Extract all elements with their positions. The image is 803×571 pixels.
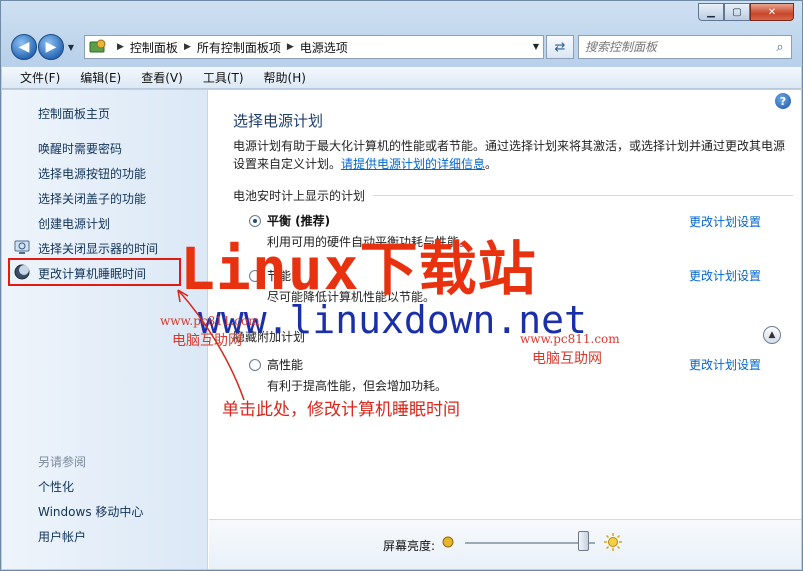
site-right-name: 电脑互助网 bbox=[532, 351, 602, 367]
close-icon[interactable]: ✕ bbox=[750, 3, 794, 21]
brightness-slider-track[interactable] bbox=[465, 542, 595, 544]
recent-pages-dropdown[interactable]: ▼ bbox=[64, 43, 78, 52]
site-left-url: www.pc811.com bbox=[160, 314, 260, 328]
help-icon[interactable]: ? bbox=[775, 93, 791, 109]
chevron-right-icon[interactable]: ▶ bbox=[184, 42, 191, 52]
plan-high-performance-change-link[interactable]: 更改计划设置 bbox=[689, 356, 761, 373]
back-arrow-icon: ◀ bbox=[18, 39, 30, 55]
chevron-up-icon: ▲ bbox=[768, 330, 776, 340]
plan-power-saver-change-link[interactable]: 更改计划设置 bbox=[689, 267, 761, 284]
intro-end: 。 bbox=[485, 157, 498, 171]
breadcrumb-control-panel[interactable]: 控制面板 bbox=[130, 39, 178, 56]
control-panel-icon bbox=[89, 39, 106, 53]
collapse-hidden-plans-button[interactable]: ▲ bbox=[763, 326, 781, 344]
menu-tools[interactable]: 工具(T) bbox=[193, 69, 254, 86]
menu-help[interactable]: 帮助(H) bbox=[254, 69, 316, 86]
forward-button[interactable]: ▶ bbox=[38, 34, 64, 60]
minimize-icon[interactable]: ▁ bbox=[698, 3, 724, 21]
address-bar[interactable]: ▶ 控制面板 ▶ 所有控制面板项 ▶ 电源选项 ▼ bbox=[84, 35, 544, 59]
chevron-right-icon[interactable]: ▶ bbox=[117, 42, 124, 52]
page-title: 选择电源计划 bbox=[233, 112, 324, 130]
sidebar-item-lid-close[interactable]: 选择关闭盖子的功能 bbox=[38, 190, 146, 207]
sidebar-item-power-button[interactable]: 选择电源按钮的功能 bbox=[38, 165, 146, 182]
sidebar-item-wake-password[interactable]: 唤醒时需要密码 bbox=[38, 140, 122, 157]
battery-plans-group: 电池安时计上显示的计划 bbox=[233, 187, 793, 204]
sidebar-item-user-accounts[interactable]: 用户帐户 bbox=[38, 528, 86, 545]
sidebar-item-personalize[interactable]: 个性化 bbox=[38, 478, 74, 495]
back-button[interactable]: ◀ bbox=[11, 34, 37, 60]
brightness-slider-thumb[interactable] bbox=[578, 531, 590, 551]
chevron-down-icon[interactable]: ▼ bbox=[533, 42, 539, 51]
refresh-icon: ⇄ bbox=[554, 39, 566, 55]
plan-high-performance-desc: 有利于提高性能，但会增加功耗。 bbox=[267, 379, 448, 393]
brightness-high-icon bbox=[604, 533, 622, 551]
site-right-url: www.pc811.com bbox=[520, 332, 620, 346]
watermark-title: Linux下载站 bbox=[180, 235, 537, 303]
search-input[interactable] bbox=[585, 40, 769, 54]
plan-high-performance-name[interactable]: 高性能 bbox=[267, 356, 303, 373]
caption-buttons: ▁ ▢ ✕ bbox=[698, 3, 794, 21]
breadcrumb-all-items[interactable]: 所有控制面板项 bbox=[197, 39, 281, 56]
sidebar-item-display-off[interactable]: 选择关闭显示器的时间 bbox=[38, 240, 158, 257]
brightness-label: 屏幕亮度: bbox=[383, 539, 436, 553]
intro-text: 电源计划有助于最大化计算机的性能或者节能。通过选择计划来将其激活，或选择计划并通… bbox=[233, 137, 793, 173]
plan-details-link[interactable]: 请提供电源计划的详细信息 bbox=[341, 157, 485, 171]
chevron-right-icon[interactable]: ▶ bbox=[287, 42, 294, 52]
sidebar-item-mobility-center[interactable]: Windows 移动中心 bbox=[38, 503, 143, 520]
refresh-button[interactable]: ⇄ bbox=[546, 35, 574, 59]
plan-high-performance: 高性能 有利于提高性能，但会增加功耗。 bbox=[249, 356, 447, 394]
battery-plans-header: 电池安时计上显示的计划 bbox=[233, 189, 366, 203]
address-row: ◀ ▶ ▼ ▶ 控制面板 ▶ 所有控制面板项 ▶ 电源选项 ▼ ⇄ ⌕ bbox=[11, 33, 792, 61]
see-also-header: 另请参阅 bbox=[38, 455, 87, 469]
menu-edit[interactable]: 编辑(E) bbox=[70, 69, 131, 86]
search-box: ⌕ bbox=[578, 35, 792, 59]
sidebar-item-create-plan[interactable]: 创建电源计划 bbox=[38, 215, 110, 232]
menu-view[interactable]: 查看(V) bbox=[131, 69, 193, 86]
sidebar-home-link[interactable]: 控制面板主页 bbox=[38, 105, 110, 122]
plan-balanced-change-link[interactable]: 更改计划设置 bbox=[689, 213, 761, 230]
site-left-name: 电脑互助网 bbox=[172, 333, 242, 349]
annotation-text: 单击此处，修改计算机睡眠时间 bbox=[222, 400, 460, 420]
intro-body: 电源计划有助于最大化计算机的性能或者节能。通过选择计划来将其激活，或选择计划并通… bbox=[233, 139, 786, 171]
plan-high-performance-radio[interactable] bbox=[249, 358, 261, 371]
menu-file[interactable]: 文件(F) bbox=[10, 69, 70, 86]
display-off-icon bbox=[14, 240, 30, 254]
brightness-bar: 屏幕亮度: bbox=[209, 519, 801, 569]
menu-bar: 文件(F) 编辑(E) 查看(V) 工具(T) 帮助(H) bbox=[2, 67, 801, 89]
sleep-time-highlight-box bbox=[8, 258, 181, 286]
breadcrumb: ▶ 控制面板 ▶ 所有控制面板项 ▶ 电源选项 bbox=[111, 39, 348, 56]
maximize-icon[interactable]: ▢ bbox=[724, 3, 750, 21]
brightness-low-icon bbox=[442, 536, 454, 548]
breadcrumb-power-options[interactable]: 电源选项 bbox=[300, 39, 348, 56]
search-icon[interactable]: ⌕ bbox=[769, 40, 791, 55]
forward-arrow-icon: ▶ bbox=[45, 39, 57, 55]
group-divider bbox=[373, 195, 793, 196]
